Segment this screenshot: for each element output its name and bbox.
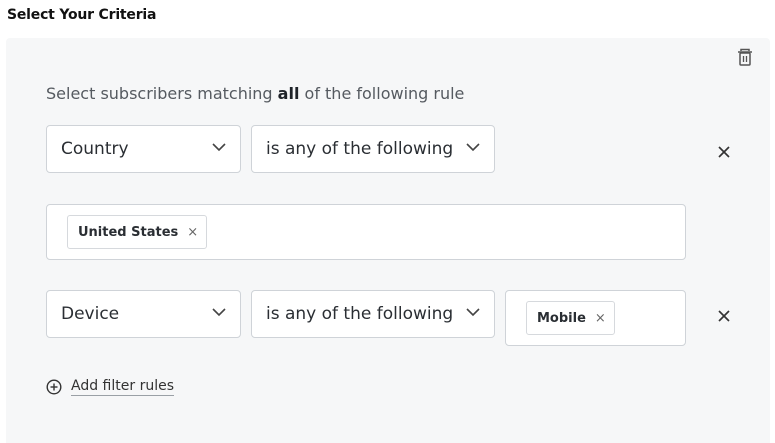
chevron-down-icon	[212, 143, 226, 152]
criteria-prefix: Select subscribers matching	[46, 84, 278, 103]
rule-1-operator-select[interactable]: is any of the following	[251, 125, 495, 173]
rule-1-field-select[interactable]: Country	[46, 125, 241, 173]
value-tag-label: Mobile	[537, 310, 586, 326]
criteria-suffix: of the following rule	[299, 84, 465, 103]
value-tag-label: United States	[78, 224, 179, 240]
match-mode[interactable]: all	[278, 84, 300, 103]
rule-1-values-input[interactable]: United States ×	[46, 204, 686, 260]
page-title: Select Your Criteria	[7, 7, 157, 23]
chevron-down-icon	[466, 308, 480, 317]
chevron-down-icon	[466, 143, 480, 152]
rule-2-values-input[interactable]: Mobile ×	[505, 290, 686, 346]
chevron-down-icon	[212, 308, 226, 317]
rule-1-field-value: Country	[61, 139, 129, 159]
add-filter-rule-button[interactable]: Add filter rules	[46, 378, 174, 396]
rule-2-field-select[interactable]: Device	[46, 290, 241, 338]
rule-1-operator-value: is any of the following	[266, 139, 454, 159]
rule-2-operator-value: is any of the following	[266, 304, 454, 324]
rule-2-field-value: Device	[61, 304, 120, 324]
plus-circle-icon	[46, 379, 62, 395]
trash-icon[interactable]	[736, 48, 754, 68]
remove-tag-icon[interactable]: ×	[187, 225, 198, 240]
add-filter-rule-label: Add filter rules	[71, 378, 174, 396]
remove-tag-icon[interactable]: ×	[595, 311, 606, 326]
close-icon[interactable]	[717, 309, 731, 323]
value-tag: Mobile ×	[526, 301, 615, 335]
close-icon[interactable]	[717, 145, 731, 159]
criteria-description: Select subscribers matching all of the f…	[46, 84, 464, 103]
value-tag: United States ×	[67, 215, 208, 249]
rule-2-operator-select[interactable]: is any of the following	[251, 290, 495, 338]
